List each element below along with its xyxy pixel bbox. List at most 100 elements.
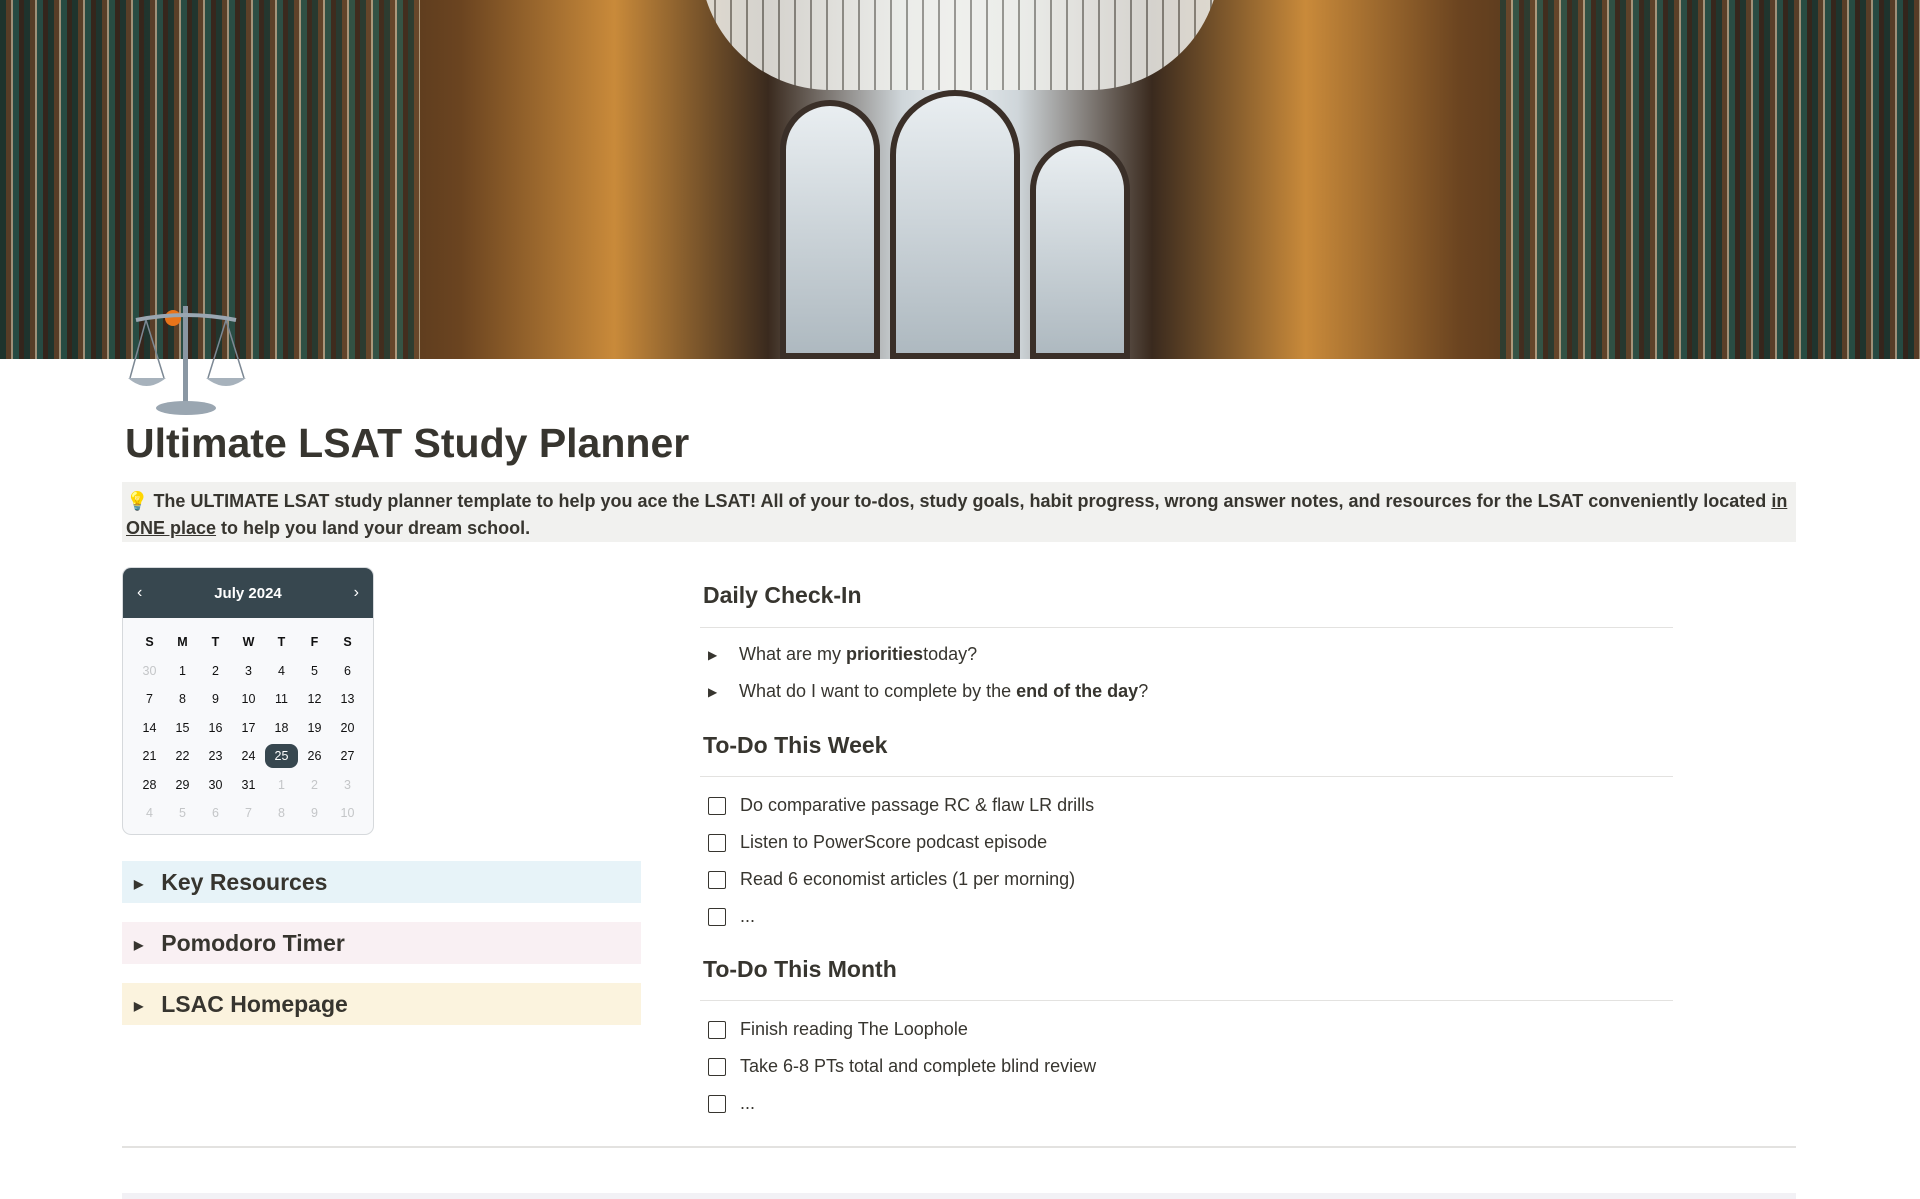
toggle-triangle-icon: ▶: [134, 877, 144, 891]
text: What are my: [739, 644, 842, 664]
todo-item: Listen to PowerScore podcast episode: [708, 832, 1047, 853]
calendar-day[interactable]: 4: [265, 659, 298, 683]
weekday-label: T: [211, 635, 220, 650]
calendar-day[interactable]: 30: [199, 773, 232, 797]
checkbox[interactable]: [708, 870, 726, 889]
calendar-day[interactable]: 3: [232, 659, 265, 683]
calendar-day[interactable]: 18: [265, 716, 298, 740]
calendar-day[interactable]: 6: [199, 801, 232, 825]
todo-text[interactable]: Take 6-8 PTs total and complete blind re…: [740, 1056, 1096, 1077]
calendar-day[interactable]: 30: [133, 659, 166, 683]
todo-month-heading: To-Do This Month: [703, 956, 897, 982]
weekday-label: M: [177, 635, 188, 650]
calendar-day[interactable]: 2: [298, 773, 331, 797]
todo-text[interactable]: Listen to PowerScore podcast episode: [740, 832, 1047, 853]
checkin-toggle[interactable]: ▶ What are my priorities today?: [708, 644, 977, 665]
text: ?: [1138, 681, 1149, 701]
calendar-day[interactable]: 22: [166, 744, 199, 768]
calendar-day[interactable]: 17: [232, 716, 265, 740]
todo-text[interactable]: ...: [740, 906, 755, 927]
todo-item: Take 6-8 PTs total and complete blind re…: [708, 1056, 1096, 1077]
todo-item: Do comparative passage RC & flaw LR dril…: [708, 795, 1094, 816]
next-month-button[interactable]: ›: [354, 584, 359, 602]
todo-text[interactable]: Read 6 economist articles (1 per morning…: [740, 869, 1075, 890]
toggle-triangle-icon: ▶: [708, 684, 718, 699]
calendar-day[interactable]: 10: [232, 687, 265, 711]
calendar-day[interactable]: 1: [166, 659, 199, 683]
callout-text-end: to help you land your dream school.: [216, 518, 531, 538]
calendar-day[interactable]: 15: [166, 716, 199, 740]
calendar-day[interactable]: 12: [298, 687, 331, 711]
weekday-label: F: [310, 635, 319, 650]
todo-week-heading: To-Do This Week: [703, 732, 888, 758]
callout-text: The ULTIMATE LSAT study planner template…: [153, 491, 1772, 511]
toggle-key-resources[interactable]: ▶ Key Resources: [122, 861, 641, 903]
checkbox[interactable]: [708, 1020, 726, 1039]
calendar-day[interactable]: 10: [331, 801, 364, 825]
divider: [700, 627, 1673, 628]
toggle-pomodoro-timer[interactable]: ▶ Pomodoro Timer: [122, 922, 641, 964]
calendar-day[interactable]: 27: [331, 744, 364, 768]
daily-checkin-heading: Daily Check-In: [703, 582, 862, 608]
lightbulb-icon: 💡: [126, 491, 149, 511]
calendar-day[interactable]: 23: [199, 744, 232, 768]
todo-text[interactable]: ...: [740, 1093, 755, 1114]
weekday-label: S: [145, 635, 154, 650]
divider: [700, 776, 1673, 777]
todo-text[interactable]: Do comparative passage RC & flaw LR dril…: [740, 795, 1094, 816]
weekday-label: T: [277, 635, 286, 650]
calendar-day[interactable]: 29: [166, 773, 199, 797]
calendar-month-label: July 2024: [214, 584, 282, 602]
calendar-day-selected[interactable]: 25: [265, 744, 298, 769]
calendar-day[interactable]: 21: [133, 744, 166, 768]
calendar-day[interactable]: 5: [166, 801, 199, 825]
calendar-day[interactable]: 7: [232, 801, 265, 825]
todo-item: Finish reading The Loophole: [708, 1019, 968, 1040]
calendar-day[interactable]: 8: [166, 687, 199, 711]
description-callout: 💡 The ULTIMATE LSAT study planner templa…: [122, 482, 1796, 542]
text: today?: [923, 644, 978, 664]
prev-month-button[interactable]: ‹: [137, 584, 142, 602]
cover-image: [0, 0, 1920, 359]
calendar-day[interactable]: 1: [265, 773, 298, 797]
checkbox[interactable]: [708, 796, 726, 815]
calendar-day[interactable]: 26: [298, 744, 331, 768]
calendar-day[interactable]: 2: [199, 659, 232, 683]
calendar-day[interactable]: 24: [232, 744, 265, 768]
calendar-day[interactable]: 9: [298, 801, 331, 825]
calendar-day[interactable]: 5: [298, 659, 331, 683]
weekday-label: W: [242, 635, 255, 650]
checkin-toggle[interactable]: ▶ What do I want to complete by the end …: [708, 681, 1148, 702]
toggle-lsac-homepage[interactable]: ▶ LSAC Homepage: [122, 983, 641, 1025]
calendar-day[interactable]: 14: [133, 716, 166, 740]
calendar-widget: ‹ July 2024 › S M T W T F S 30 1 2 3 4 5 6 7 8 9 10 11 12 13…: [122, 567, 374, 835]
divider: [122, 1146, 1796, 1148]
calendar-day[interactable]: 13: [331, 687, 364, 711]
toggle-label: LSAC Homepage: [161, 990, 348, 1017]
checkbox[interactable]: [708, 833, 726, 852]
calendar-day[interactable]: 31: [232, 773, 265, 797]
todo-text[interactable]: Finish reading The Loophole: [740, 1019, 968, 1040]
calendar-day[interactable]: 11: [265, 687, 298, 711]
calendar-day[interactable]: 19: [298, 716, 331, 740]
toggle-label: Key Resources: [161, 868, 328, 895]
calendar-day[interactable]: 8: [265, 801, 298, 825]
checkbox[interactable]: [708, 907, 726, 926]
calendar-day[interactable]: 7: [133, 687, 166, 711]
next-section-block: [122, 1193, 1796, 1199]
todo-item: Read 6 economist articles (1 per morning…: [708, 869, 1075, 890]
calendar-day[interactable]: 16: [199, 716, 232, 740]
calendar-day[interactable]: 28: [133, 773, 166, 797]
toggle-triangle-icon: ▶: [134, 938, 144, 952]
calendar-day[interactable]: 4: [133, 801, 166, 825]
divider: [700, 1000, 1673, 1001]
bold-text: end of the day: [1016, 681, 1139, 701]
checkbox[interactable]: [708, 1094, 726, 1113]
calendar-day[interactable]: 6: [331, 659, 364, 683]
calendar-day[interactable]: 3: [331, 773, 364, 797]
checkbox[interactable]: [708, 1057, 726, 1076]
toggle-triangle-icon: ▶: [134, 999, 144, 1013]
calendar-day[interactable]: 9: [199, 687, 232, 711]
calendar-day[interactable]: 20: [331, 716, 364, 740]
calendar-grid: S M T W T F S 30 1 2 3 4 5 6 7 8 9 10 11 12 13 14 15 16 17 18 19 20…: [133, 628, 364, 828]
